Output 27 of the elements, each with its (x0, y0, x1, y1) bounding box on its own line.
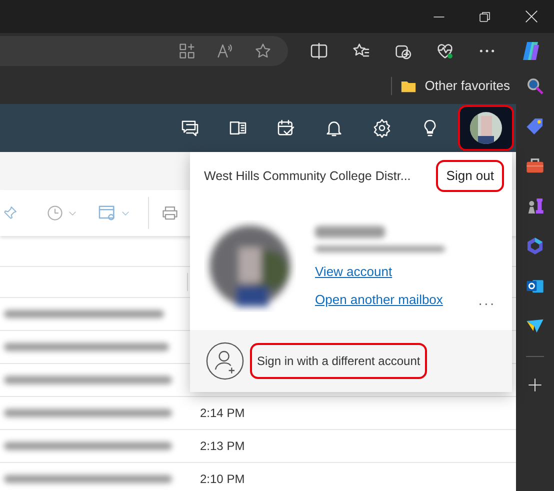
calendar-check-icon[interactable] (276, 118, 296, 138)
printer-icon[interactable] (161, 204, 179, 222)
mail-time: 2:10 PM (200, 471, 245, 488)
account-button[interactable] (458, 105, 514, 151)
organization-name: West Hills Community College Distr... (204, 168, 411, 185)
mail-time: 2:13 PM (200, 438, 245, 455)
address-bar[interactable] (0, 36, 288, 66)
sign-in-different-account-button[interactable]: Sign in with a different account (250, 343, 428, 379)
sign-out-button[interactable]: Sign out (436, 160, 504, 192)
read-aloud-icon[interactable] (216, 42, 234, 60)
open-mailbox-link[interactable]: Open another mailbox (315, 290, 443, 310)
star-icon[interactable] (254, 42, 272, 60)
more-options-button[interactable]: ... (478, 290, 496, 310)
close-icon[interactable] (524, 10, 538, 23)
redacted-text (315, 226, 385, 238)
settings-icon[interactable] (372, 118, 392, 138)
add-app-icon[interactable] (178, 42, 196, 60)
split-screen-icon[interactable] (309, 40, 329, 60)
add-person-icon[interactable] (206, 342, 244, 380)
view-account-link[interactable]: View account (315, 262, 392, 282)
feedback-icon[interactable] (180, 118, 200, 138)
add-icon[interactable] (527, 377, 543, 393)
search-icon[interactable] (525, 76, 545, 96)
tag-icon[interactable] (525, 116, 545, 136)
restore-icon[interactable] (479, 10, 491, 22)
mail-time: 2:14 PM (200, 405, 245, 422)
favorites-folder[interactable]: Other favorites (400, 76, 510, 96)
